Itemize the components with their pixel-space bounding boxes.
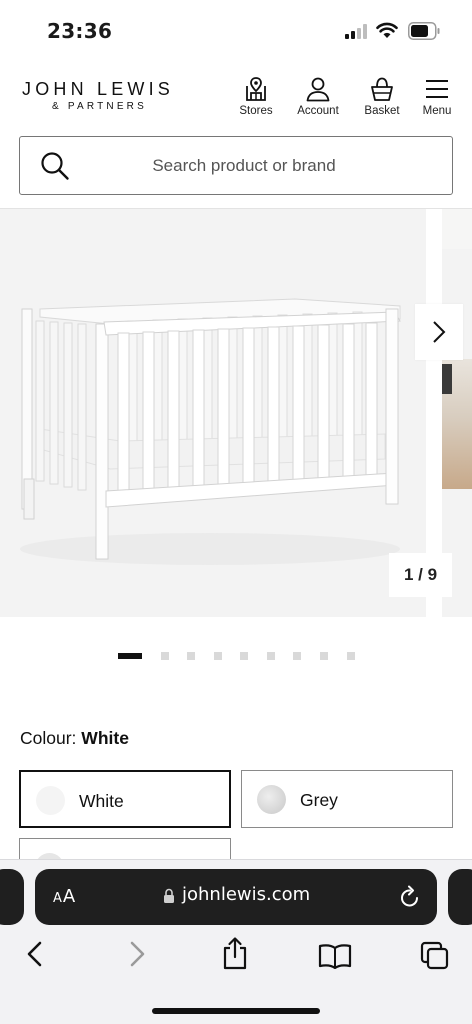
brand-line1: JOHN LEWIS <box>22 79 175 99</box>
menu-button[interactable]: Menu <box>407 76 467 124</box>
colour-label: Colour: White <box>20 728 129 749</box>
search-input[interactable]: Search product or brand <box>20 156 452 176</box>
menu-icon <box>426 80 448 98</box>
status-bar: 23:36 <box>0 0 472 60</box>
colour-label-text: Colour: <box>20 728 77 748</box>
grey-swatch-chip <box>257 785 286 814</box>
pagination-dot[interactable] <box>267 652 275 660</box>
pagination-dot[interactable] <box>187 652 195 660</box>
forward-icon[interactable] <box>126 939 148 969</box>
cot-illustration <box>20 298 401 565</box>
preview-room-detail <box>442 364 452 394</box>
gallery-pagination[interactable] <box>0 652 472 660</box>
battery-icon <box>408 22 440 40</box>
john-lewis-logo[interactable]: JOHN LEWIS & PARTNERS <box>22 79 182 112</box>
bookmarks-icon[interactable] <box>318 943 352 969</box>
text-size-button[interactable]: AA <box>53 886 76 907</box>
cellular-signal-icon <box>345 24 367 39</box>
colour-option-grey[interactable]: Grey <box>241 770 453 828</box>
account-icon <box>306 77 330 102</box>
reload-icon[interactable] <box>399 885 421 909</box>
next-tab-pill[interactable] <box>448 869 472 925</box>
pagination-dot[interactable] <box>320 652 328 660</box>
image-counter: 1 / 9 <box>389 553 452 597</box>
pagination-dot[interactable] <box>118 653 142 659</box>
colour-option-label: White <box>79 791 124 811</box>
browser-bar-divider <box>0 859 472 860</box>
previous-tab-pill[interactable] <box>0 869 24 925</box>
pagination-dot[interactable] <box>347 652 355 660</box>
browser-bottom-bar: AA johnlewis.com <box>0 859 472 1024</box>
store-icon <box>246 77 266 101</box>
home-indicator <box>152 1008 320 1014</box>
basket-label: Basket <box>364 105 400 117</box>
menu-label: Menu <box>422 105 452 117</box>
account-label: Account <box>297 105 339 117</box>
search-box[interactable]: Search product or brand <box>19 136 453 195</box>
pagination-dot[interactable] <box>161 652 169 660</box>
colour-option-white[interactable]: White <box>19 770 231 828</box>
white-cot-bed-image[interactable] <box>0 209 426 617</box>
pagination-dot[interactable] <box>293 652 301 660</box>
lock-icon <box>164 888 174 903</box>
wifi-icon <box>376 22 398 38</box>
share-icon[interactable] <box>221 936 249 970</box>
chevron-right-icon <box>433 321 446 343</box>
pagination-dot[interactable] <box>214 652 222 660</box>
back-icon[interactable] <box>24 939 46 969</box>
brand-line2: & PARTNERS <box>52 101 147 112</box>
basket-icon <box>371 77 393 101</box>
address-bar[interactable]: AA johnlewis.com <box>35 869 437 925</box>
status-time: 23:36 <box>47 19 113 43</box>
url-text[interactable]: johnlewis.com <box>182 884 310 905</box>
selected-colour: White <box>81 728 129 748</box>
tabs-icon[interactable] <box>420 941 450 971</box>
stores-button[interactable]: Stores <box>226 76 286 124</box>
next-image-button[interactable] <box>415 304 463 360</box>
colour-option-label: Grey <box>300 790 338 810</box>
basket-button[interactable]: Basket <box>352 76 412 124</box>
white-swatch-chip <box>36 786 65 815</box>
stores-label: Stores <box>239 105 273 117</box>
preview-room-top <box>442 209 472 249</box>
pagination-dot[interactable] <box>240 652 248 660</box>
account-button[interactable]: Account <box>288 76 348 124</box>
